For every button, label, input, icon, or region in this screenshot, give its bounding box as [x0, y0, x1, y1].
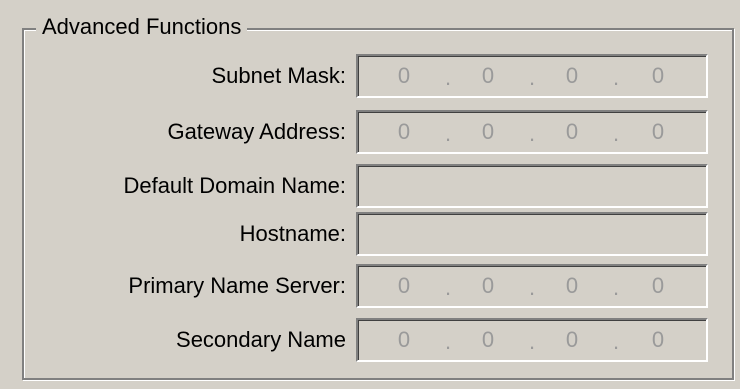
default-domain-name-label: Default Domain Name:: [123, 173, 346, 198]
octet-separator: .: [528, 329, 536, 354]
hostname-input[interactable]: [356, 212, 708, 256]
gateway-address-octet-2[interactable]: 0: [468, 112, 508, 152]
gateway-address-row: Gateway Address: 0 . 0 . 0 . 0: [0, 110, 740, 154]
subnet-mask-label: Subnet Mask:: [211, 63, 346, 88]
octet-separator: .: [444, 65, 452, 90]
secondary-name-server-octet-2[interactable]: 0: [468, 320, 508, 360]
default-domain-name-row: Default Domain Name:: [0, 164, 740, 208]
octet-separator: .: [612, 121, 620, 146]
secondary-name-server-octet-3[interactable]: 0: [552, 320, 592, 360]
secondary-name-server-octet-4[interactable]: 0: [638, 320, 678, 360]
primary-name-server-octet-3[interactable]: 0: [552, 266, 592, 306]
primary-name-server-row: Primary Name Server: 0 . 0 . 0 . 0: [0, 264, 740, 308]
subnet-mask-row: Subnet Mask: 0 . 0 . 0 . 0: [0, 54, 740, 98]
octet-separator: .: [444, 121, 452, 146]
subnet-mask-octet-2[interactable]: 0: [468, 56, 508, 96]
octet-separator: .: [444, 275, 452, 300]
secondary-name-server-octet-1[interactable]: 0: [384, 320, 424, 360]
octet-separator: .: [612, 275, 620, 300]
octet-separator: .: [444, 329, 452, 354]
octet-separator: .: [612, 65, 620, 90]
gateway-address-ip-field[interactable]: 0 . 0 . 0 . 0: [356, 110, 708, 154]
octet-separator: .: [528, 275, 536, 300]
octet-separator: .: [528, 121, 536, 146]
primary-name-server-ip-field[interactable]: 0 . 0 . 0 . 0: [356, 264, 708, 308]
subnet-mask-octet-3[interactable]: 0: [552, 56, 592, 96]
secondary-name-server-ip-field[interactable]: 0 . 0 . 0 . 0: [356, 318, 708, 362]
default-domain-name-input[interactable]: [356, 164, 708, 208]
gateway-address-octet-4[interactable]: 0: [638, 112, 678, 152]
advanced-functions-panel: Advanced Functions Subnet Mask: 0 . 0 . …: [0, 0, 740, 389]
subnet-mask-ip-field[interactable]: 0 . 0 . 0 . 0: [356, 54, 708, 98]
gateway-address-octet-1[interactable]: 0: [384, 112, 424, 152]
secondary-name-server-row: Secondary Name 0 . 0 . 0 . 0: [0, 318, 740, 362]
secondary-name-server-label: Secondary Name: [176, 327, 346, 352]
gateway-address-label: Gateway Address:: [167, 119, 346, 144]
subnet-mask-octet-4[interactable]: 0: [638, 56, 678, 96]
octet-separator: .: [528, 65, 536, 90]
hostname-label: Hostname:: [239, 221, 346, 246]
primary-name-server-octet-2[interactable]: 0: [468, 266, 508, 306]
subnet-mask-octet-1[interactable]: 0: [384, 56, 424, 96]
gateway-address-octet-3[interactable]: 0: [552, 112, 592, 152]
primary-name-server-label: Primary Name Server:: [128, 273, 346, 298]
primary-name-server-octet-4[interactable]: 0: [638, 266, 678, 306]
hostname-row: Hostname:: [0, 212, 740, 256]
octet-separator: .: [612, 329, 620, 354]
primary-name-server-octet-1[interactable]: 0: [384, 266, 424, 306]
groupbox-title: Advanced Functions: [36, 12, 248, 42]
